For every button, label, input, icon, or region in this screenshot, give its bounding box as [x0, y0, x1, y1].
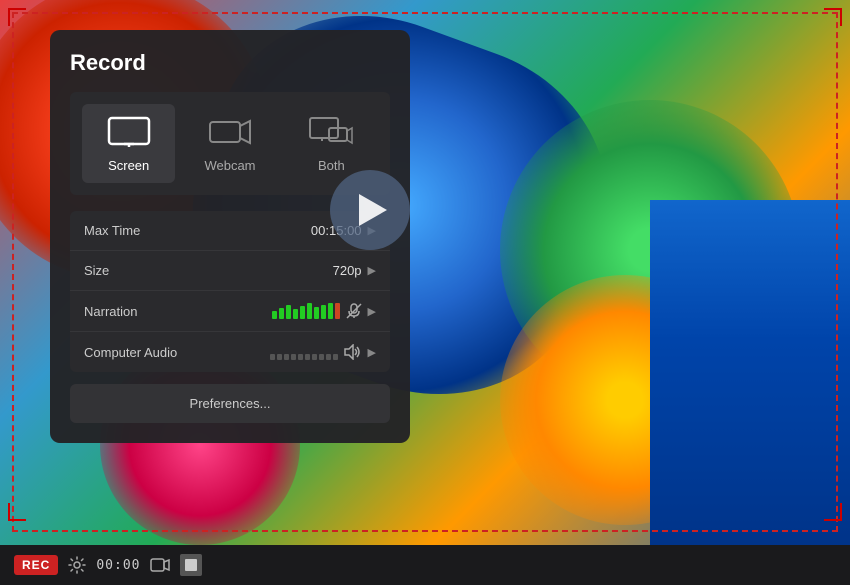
bottom-toolbar: REC 00:00: [0, 545, 850, 585]
panel-title: Record: [70, 50, 390, 76]
preferences-button[interactable]: Preferences...: [70, 384, 390, 423]
speaker-icon: [344, 344, 362, 360]
webcam-label: Webcam: [204, 158, 255, 173]
mode-screen-button[interactable]: Screen: [82, 104, 175, 183]
size-value: 720p ▶: [214, 263, 376, 278]
play-icon: [359, 194, 387, 226]
play-button[interactable]: [330, 170, 410, 250]
gear-icon: [68, 556, 86, 574]
webcam-icon: [206, 114, 254, 150]
max-time-label: Max Time: [84, 223, 214, 238]
time-display: 00:00: [96, 558, 140, 573]
both-icon: [307, 114, 355, 150]
computer-audio-row[interactable]: Computer Audio: [70, 332, 390, 372]
corner-tr: [824, 8, 842, 26]
narration-row[interactable]: Narration: [70, 291, 390, 332]
stop-button[interactable]: [180, 554, 202, 576]
computer-audio-label: Computer Audio: [84, 345, 214, 360]
mode-webcam-button[interactable]: Webcam: [183, 104, 276, 183]
camera-toggle-button[interactable]: [150, 558, 170, 572]
size-chevron: ▶: [368, 264, 376, 277]
corner-tl: [8, 8, 26, 26]
stop-icon: [185, 559, 197, 571]
computer-audio-chevron: ▶: [368, 346, 376, 359]
narration-label: Narration: [84, 304, 214, 319]
size-row[interactable]: Size 720p ▶: [70, 251, 390, 291]
computer-audio-value: ▶: [214, 344, 376, 360]
computer-audio-meter: [270, 344, 338, 360]
screen-label: Screen: [108, 158, 149, 173]
camera-icon: [150, 558, 170, 572]
narration-value: ▶: [214, 303, 376, 319]
corner-br: [824, 503, 842, 521]
screen-icon: [105, 114, 153, 150]
narration-meter: [272, 303, 340, 319]
narration-chevron: ▶: [368, 305, 376, 318]
size-label: Size: [84, 263, 214, 278]
both-label: Both: [318, 158, 345, 173]
corner-bl: [8, 503, 26, 521]
settings-button[interactable]: [68, 556, 86, 574]
mic-icon: [346, 303, 362, 319]
rec-badge: REC: [14, 555, 58, 575]
